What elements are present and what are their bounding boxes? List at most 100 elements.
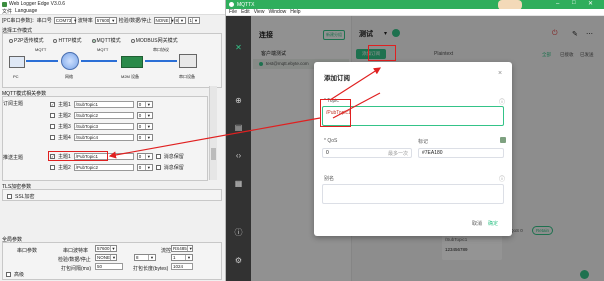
maximize-icon[interactable]: □ — [572, 0, 576, 6]
qos-value: 0 — [326, 150, 329, 156]
app-logo-icon — [2, 1, 7, 7]
color-input[interactable]: #7EA180 — [418, 148, 504, 158]
dialog-close-icon[interactable]: × — [498, 70, 502, 77]
pack-interval-input[interactable]: 50 — [95, 263, 123, 270]
subscribe-2-topic-input[interactable]: /SubTopic2 — [73, 112, 134, 119]
subscribe-1-name: 主题1 — [58, 102, 71, 108]
minimize-icon[interactable]: – — [556, 1, 559, 7]
menu-file[interactable]: 文件 — [2, 8, 12, 15]
logger-window: Web Logger Edge V3.0.6 文件 Language [PC串口… — [0, 0, 226, 281]
diagram-label-m2m: M2M 设备 — [121, 74, 139, 79]
parity-select[interactable]: NONE ▼ — [153, 16, 175, 24]
port-select[interactable]: COM73 ▼ — [53, 16, 78, 24]
menu-window[interactable]: Window — [268, 9, 286, 15]
global-data-select[interactable]: 8 ▼ — [134, 254, 156, 261]
subscribe-2-qos-select[interactable]: 0 ▼ — [136, 112, 153, 119]
port-params-label: 串口参数 — [17, 248, 38, 254]
qos-label: * QoS — [324, 138, 338, 144]
highlight-topic — [320, 99, 351, 127]
alias-input[interactable] — [322, 184, 504, 204]
mode-mqtt-radio[interactable]: MQTT模式 — [91, 37, 121, 44]
subscribe-3-topic-input[interactable]: /SubTopic3 — [73, 123, 134, 130]
chevron-down-icon: ▼ — [71, 17, 78, 23]
subscribe-1-qos-select[interactable]: 0 ▼ — [136, 101, 153, 108]
subscribe-4-checkbox[interactable] — [50, 135, 55, 140]
menu-view[interactable]: View — [254, 9, 265, 15]
publish-2-retain-checkbox[interactable] — [155, 165, 161, 170]
serial-toolbar: [PC串口参数]：串口号 COM73 ▼ 波特率 57600 ▼ 检验/数据/停止 … — [0, 15, 225, 25]
baud-select[interactable]: 57600 ▼ — [94, 16, 117, 24]
publish-label: 推送主题 — [3, 155, 24, 161]
dialog-title: 添加订阅 — [324, 75, 350, 82]
publish-2-checkbox[interactable] — [50, 165, 55, 170]
link-line — [81, 60, 117, 62]
settings-gear-icon[interactable]: ⚙ — [234, 256, 243, 265]
subscribe-row-1: ✓ 主题1 /SubTopic1 0 ▼ — [50, 101, 153, 108]
global-baud-select[interactable]: 57600 ▼ — [95, 245, 117, 252]
alias-info-icon: ⓘ — [499, 177, 506, 183]
flow-select[interactable]: RS485 ▼ — [171, 245, 193, 252]
publish-1-qos-select[interactable]: 0 ▼ — [136, 153, 153, 160]
subscribe-1-topic-input[interactable]: /SubTopic1 — [73, 101, 134, 108]
menu-language[interactable]: Language — [15, 8, 37, 14]
cancel-button[interactable]: 取消 — [472, 220, 482, 227]
mqttx-title: MQTTX — [237, 1, 255, 8]
publish-2-retain-label: 消息保留 — [163, 165, 184, 171]
scroll-thumb[interactable] — [211, 148, 216, 160]
nav-sidebar: ✕ ⊕ ▤ ‹› ▦ ⓘ ⚙ — [226, 16, 251, 281]
connections-icon[interactable]: ✕ — [234, 43, 243, 52]
global-parity-select[interactable]: NONE ▼ — [95, 254, 117, 261]
subscribe-2-name: 主题2 — [58, 113, 71, 119]
mode-p2p-radio[interactable]: P2P透传模式 — [9, 37, 43, 44]
chevron-down-icon: ▼ — [185, 255, 191, 260]
script-icon[interactable]: ‹› — [234, 151, 243, 160]
menu-edit[interactable]: Edit — [241, 9, 250, 15]
diagram-label-pc: PC — [13, 74, 19, 79]
stopbits-select[interactable]: 1 ▼ — [187, 16, 200, 24]
pc-icon — [9, 56, 25, 68]
publish-1-retain-label: 消息保留 — [163, 154, 184, 160]
info-icon[interactable]: ⓘ — [234, 228, 243, 237]
subscribe-3-qos-select[interactable]: 0 ▼ — [136, 123, 153, 130]
new-connection-icon[interactable]: ⊕ — [234, 96, 243, 105]
confirm-button[interactable]: 确定 — [488, 220, 498, 227]
subscribe-3-checkbox[interactable] — [50, 124, 55, 129]
topic-info-icon: ⓘ — [499, 100, 506, 106]
publish-1-retain-checkbox[interactable] — [155, 154, 161, 159]
highlight-add-subscription — [368, 45, 396, 61]
subscribe-4-qos-select[interactable]: 0 ▼ — [136, 134, 153, 141]
subscribe-1-checkbox[interactable]: ✓ — [50, 102, 55, 107]
network-globe-icon — [61, 52, 79, 70]
params-scrollbar[interactable] — [209, 86, 217, 180]
menu-help[interactable]: Help — [290, 9, 300, 15]
close-icon[interactable]: ✕ — [588, 0, 593, 7]
databits-select[interactable]: 8 ▼ — [173, 16, 186, 24]
qos-select[interactable]: 0 最多一次 — [322, 148, 412, 158]
menu-file[interactable]: File — [229, 9, 237, 15]
flow-label: 流控 — [161, 248, 172, 254]
chevron-down-icon: ▼ — [192, 17, 199, 23]
mode-http-radio[interactable]: HTTP模式 — [53, 37, 82, 44]
advanced-checkbox[interactable] — [6, 272, 11, 277]
log-icon[interactable]: ▤ — [234, 123, 243, 132]
pack-length-input[interactable]: 1024 — [171, 263, 193, 270]
add-subscription-dialog: 添加订阅 × * Topic ⓘ /PubTopic1 * QoS 0 最多一次… — [314, 62, 512, 236]
mode-modbus-radio[interactable]: MODBUS网关模式 — [130, 37, 178, 44]
subscribe-row-2: 主题2 /SubTopic2 0 ▼ — [50, 112, 153, 119]
mqttx-menubar: File Edit View Window Help — [226, 9, 604, 16]
publish-2-qos-select[interactable]: 0 ▼ — [136, 164, 153, 171]
subscribe-4-topic-input[interactable]: /SubTopic4 — [73, 134, 134, 141]
global-stop-select[interactable]: 1 ▼ — [171, 254, 193, 261]
pack-interval-label: 打包间隔(ms) — [61, 266, 91, 272]
chevron-down-icon: ▼ — [144, 113, 151, 118]
diagram-label-mqtt-2: MQTT — [97, 47, 109, 52]
ssl-checkbox[interactable] — [7, 194, 12, 199]
chevron-down-icon: ▼ — [144, 102, 151, 107]
subscribe-2-checkbox[interactable] — [50, 113, 55, 118]
publish-2-topic-input[interactable]: /PubTopic2 — [73, 164, 134, 171]
qos-desc: 最多一次 — [387, 150, 408, 157]
history-icon[interactable]: ▦ — [234, 179, 243, 188]
logger-title: Web Logger Edge V3.0.6 — [9, 1, 66, 7]
color-swatch[interactable] — [500, 137, 506, 143]
subscribe-row-3: 主题3 /SubTopic3 0 ▼ — [50, 123, 153, 130]
